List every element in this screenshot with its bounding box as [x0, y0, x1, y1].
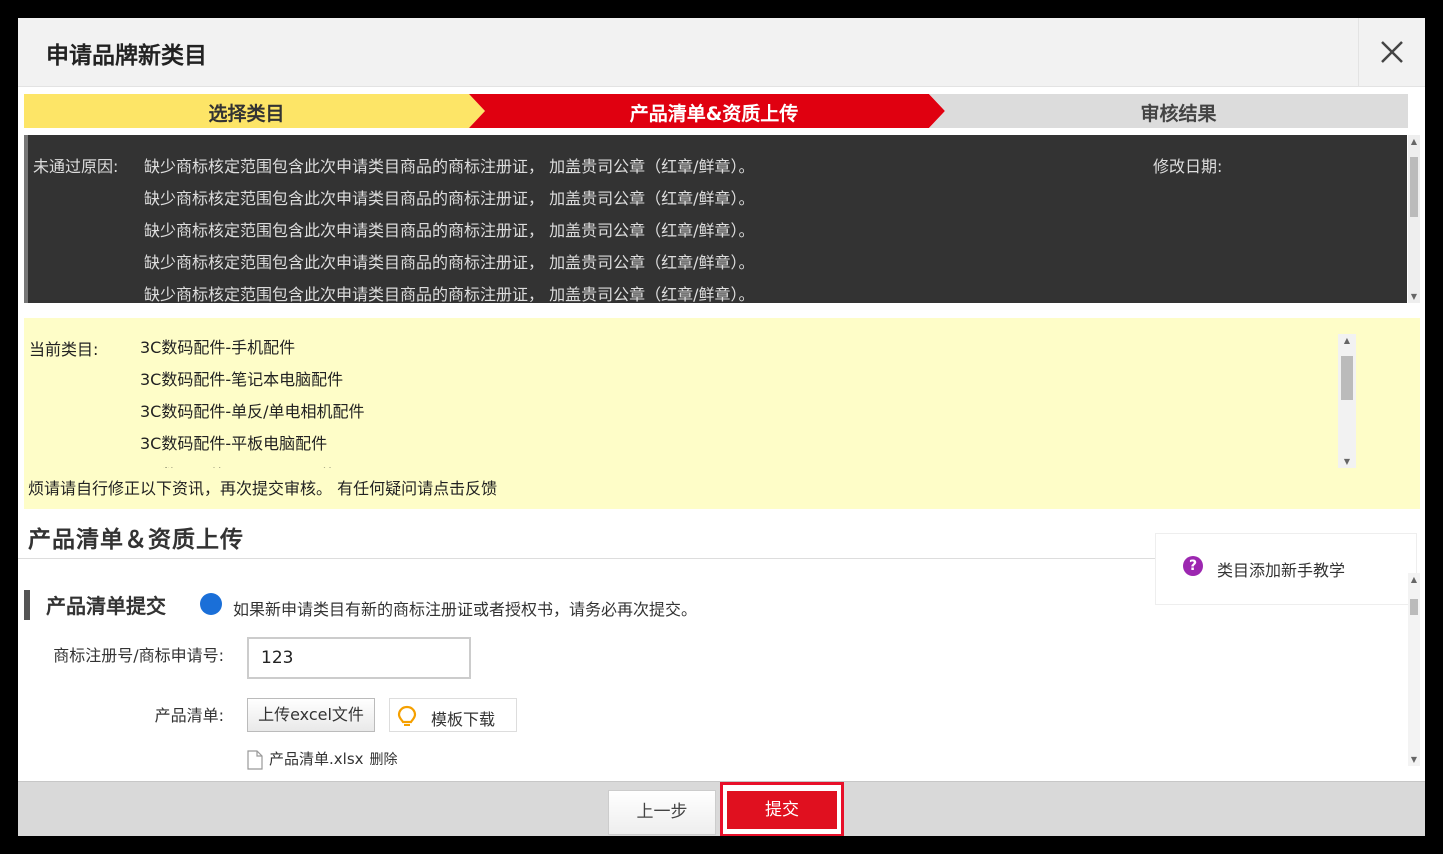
step-review-result: 审核结果: [1140, 103, 1217, 125]
template-download-label: 模板下载: [431, 710, 496, 729]
scrollbar-thumb[interactable]: [1410, 599, 1418, 615]
content-scrollbar[interactable]: ▲ ▼: [1408, 573, 1420, 766]
subsection-marker: [24, 590, 30, 620]
uploaded-file: 产品清单.xlsx 删除: [247, 748, 398, 770]
category-item: 3C数码配件-笔记本电脑配件: [140, 370, 344, 389]
lightbulb-icon: [397, 705, 417, 726]
dialog-title: 申请品牌新类目: [46, 43, 207, 69]
step-upload: 产品清单&资质上传: [629, 103, 799, 125]
tutorial-link-label[interactable]: 类目添加新手教学: [1217, 557, 1345, 581]
trademark-number-input[interactable]: 123: [247, 637, 471, 679]
category-list: 3C数码配件-手机配件 3C数码配件-笔记本电脑配件 3C数码配件-单反/单电相…: [140, 332, 1320, 468]
submit-button[interactable]: 提交: [720, 782, 844, 836]
previous-step-button[interactable]: 上一步: [608, 790, 716, 835]
reject-reason: 缺少商标核定范围包含此次申请类目商品的商标注册证， 加盖贵司公章（红章/鲜章）。: [144, 221, 755, 240]
step-select-category: 选择类目: [208, 103, 285, 125]
scroll-up-icon[interactable]: ▲: [1408, 137, 1420, 146]
submit-button-label[interactable]: 提交: [727, 791, 837, 829]
reject-reasons-panel: 未通过原因: 缺少商标核定范围包含此次申请类目商品的商标注册证， 加盖贵司公章（…: [24, 135, 1407, 303]
scrollbar-thumb[interactable]: [1341, 356, 1353, 400]
category-item: 3C数码配件-MP3/MP4配件: [140, 460, 1320, 468]
dialog-header: 申请品牌新类目: [18, 18, 1425, 87]
section-divider: [18, 558, 1158, 559]
file-icon: [247, 749, 263, 770]
modify-date-label: 修改日期:: [1153, 157, 1223, 176]
reject-reason: 缺少商标核定范围包含此次申请类目商品的商标注册证， 加盖贵司公章（红章/鲜章）。: [144, 157, 755, 176]
scroll-down-icon[interactable]: ▼: [1408, 755, 1420, 764]
reject-reason: 缺少商标核定范围包含此次申请类目商品的商标注册证， 加盖贵司公章（红章/鲜章）。: [144, 189, 755, 208]
close-button[interactable]: [1358, 18, 1425, 86]
category-item: 3C数码配件-平板电脑配件: [140, 434, 328, 453]
section-title: 产品清单＆资质上传: [28, 527, 244, 553]
apply-category-dialog: 申请品牌新类目 选择类目 产品清单&资质上传 审核结果 未通过原因: 缺少商标核…: [18, 18, 1425, 836]
category-item: 3C数码配件-手机配件: [140, 338, 296, 357]
current-category-panel: 当前类目: 3C数码配件-手机配件 3C数码配件-笔记本电脑配件 3C数码配件-…: [24, 318, 1420, 509]
category-item: 3C数码配件-单反/单电相机配件: [140, 402, 365, 421]
step-progress: 选择类目 产品清单&资质上传 审核结果: [24, 94, 1408, 128]
scroll-up-icon[interactable]: ▲: [1408, 575, 1420, 584]
scrollbar-thumb[interactable]: [1410, 157, 1418, 217]
scroll-down-icon[interactable]: ▼: [1408, 292, 1420, 301]
question-icon: ?: [1183, 556, 1203, 576]
trademark-label: 商标注册号/商标申请号:: [53, 646, 224, 665]
upload-excel-button[interactable]: 上传excel文件: [247, 698, 375, 732]
product-list-label: 产品清单:: [154, 706, 224, 725]
template-download-button[interactable]: 模板下载: [389, 698, 517, 732]
tutorial-link[interactable]: ? 类目添加新手教学: [1155, 533, 1417, 605]
reject-reason: 缺少商标核定范围包含此次申请类目商品的商标注册证， 加盖贵司公章（红章/鲜章）。: [144, 253, 755, 272]
feedback-notice[interactable]: 烦请请自行修正以下资讯，再次提交审核。 有任何疑问请点击反馈: [28, 475, 497, 499]
close-icon: [1381, 41, 1403, 63]
scroll-down-icon[interactable]: ▼: [1338, 457, 1356, 466]
reasons-scrollbar[interactable]: ▲ ▼: [1408, 135, 1420, 303]
current-category-label: 当前类目:: [29, 340, 99, 359]
reject-reason: 缺少商标核定范围包含此次申请类目商品的商标注册证， 加盖贵司公章（红章/鲜章）。: [144, 285, 755, 303]
scroll-up-icon[interactable]: ▲: [1338, 336, 1356, 345]
subsection-title: 产品清单提交: [46, 594, 166, 618]
info-dot-icon: [200, 593, 222, 615]
reject-label: 未通过原因:: [33, 157, 119, 176]
file-name: 产品清单.xlsx: [269, 750, 364, 768]
dialog-footer: 上一步 提交: [18, 781, 1425, 836]
resubmit-hint: 如果新申请类目有新的商标注册证或者授权书，请务必再次提交。: [233, 600, 698, 619]
delete-file-link[interactable]: 删除: [370, 752, 398, 768]
category-scrollbar[interactable]: ▲ ▼: [1338, 334, 1356, 468]
